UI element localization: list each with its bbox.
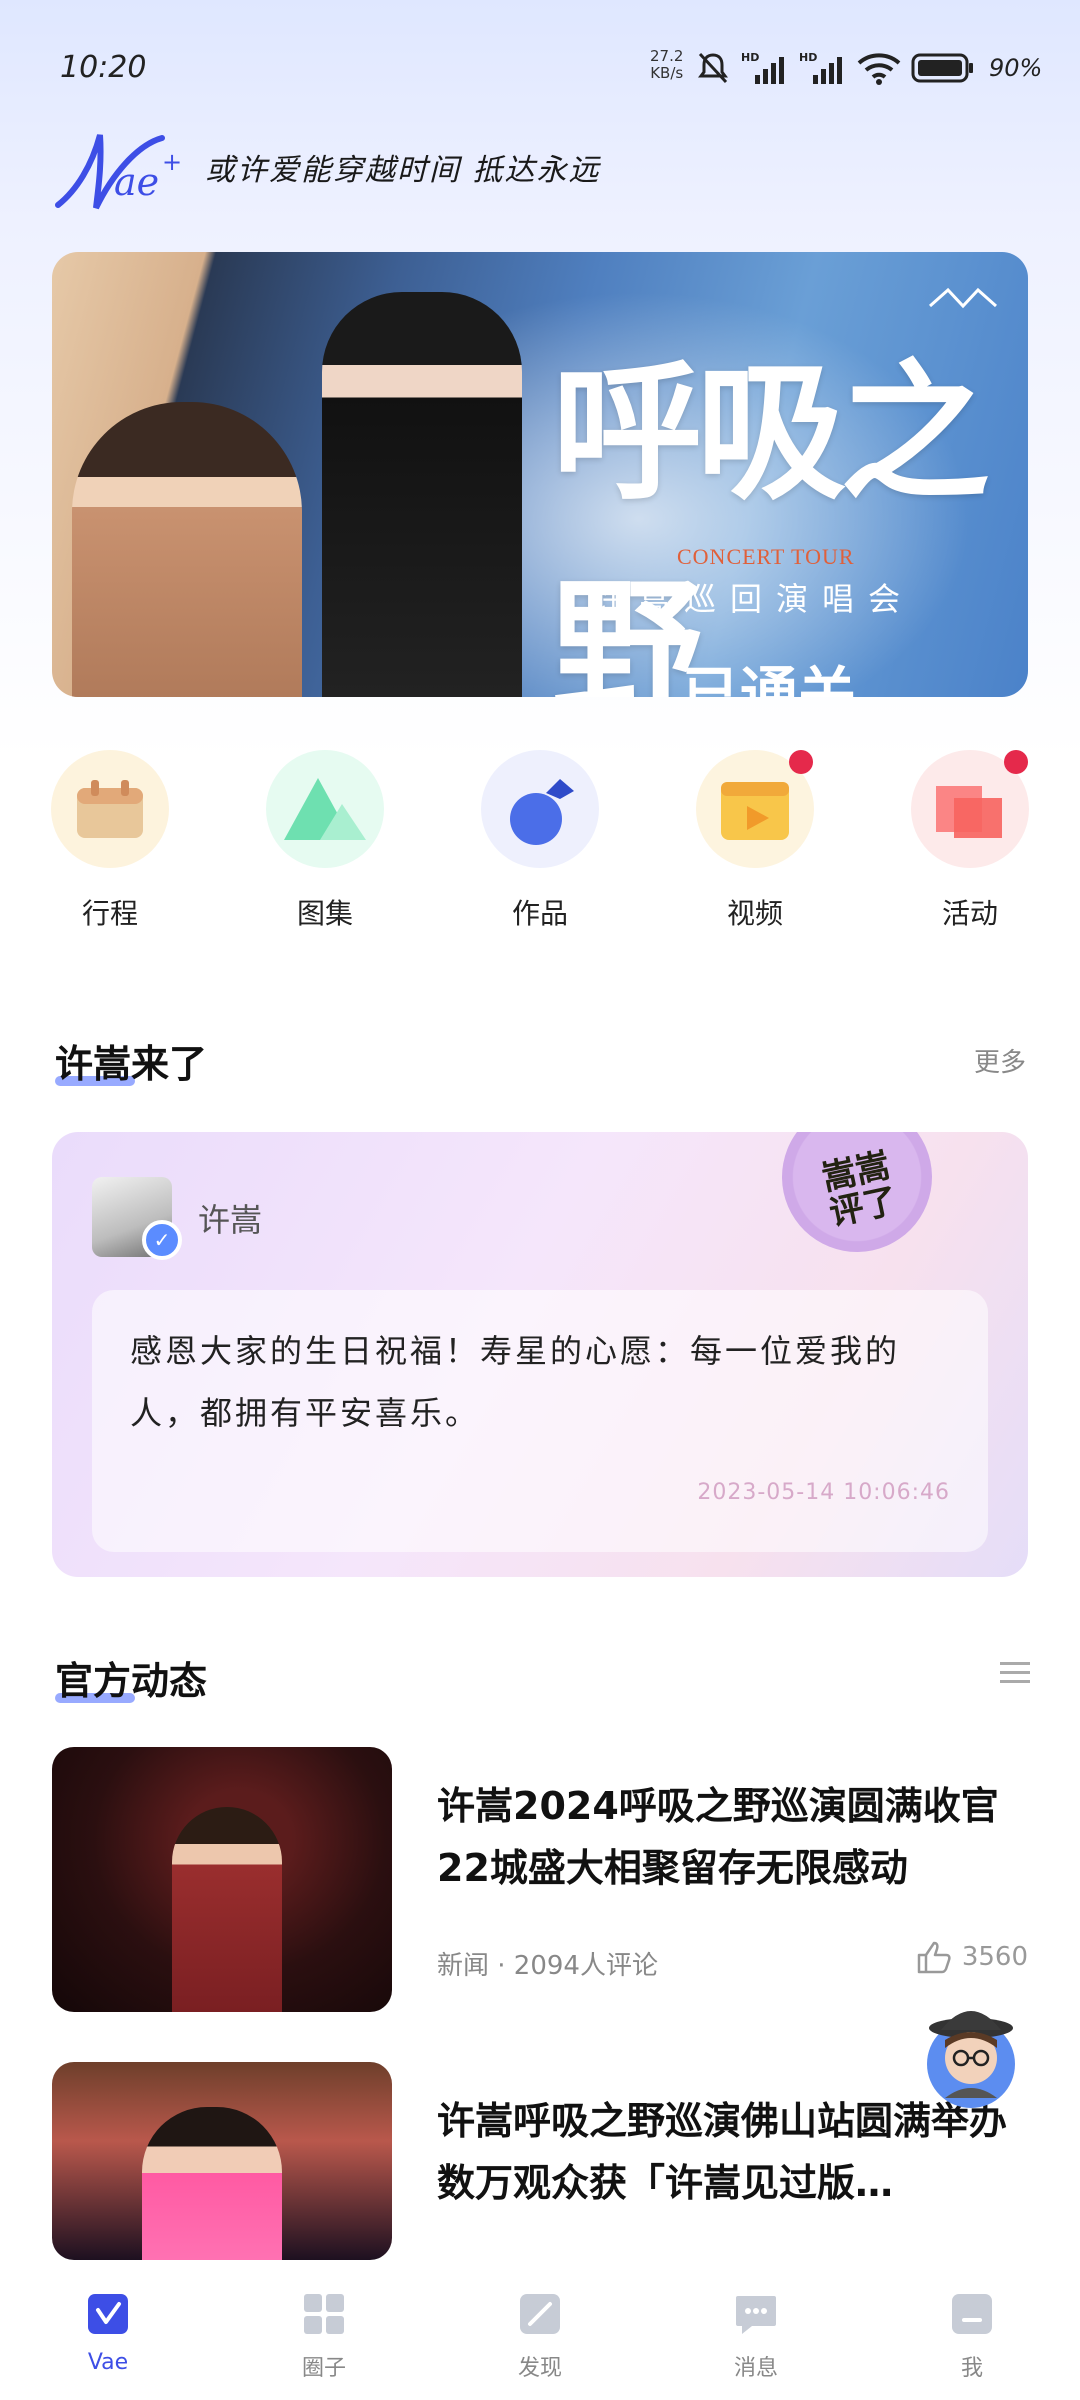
quick-link-label: 视频 [726,897,783,930]
quick-link-event[interactable]: 活动 [900,750,1040,940]
quick-link-label: 图集 [296,897,353,930]
network-speed-unit: KB/s [650,64,684,82]
nav-label: 发现 [517,2356,562,2381]
quick-link-schedule[interactable]: 行程 [40,750,180,940]
svg-text:HD: HD [741,51,759,64]
wifi-icon [857,53,901,85]
banner-figure-right [322,292,522,697]
profile-icon [952,2294,992,2334]
quick-links: 行程 图集 作品 视频 活动 [40,750,1040,940]
banner-title: 呼吸之野 [552,345,990,697]
news-meta: 新闻 · 2094人评论 [437,1951,658,1981]
nav-circle[interactable]: 圈子 [264,2260,384,2400]
nav-messages[interactable]: 消息 [696,2260,816,2400]
quick-link-label: 作品 [511,897,568,930]
nav-label: Vae [87,2350,129,2375]
slogan: 或许爱能穿越时间 抵达永远 [205,153,601,188]
banner-logo-mark [929,287,997,309]
like-button[interactable]: 3560 [916,1940,1028,1974]
like-count: 3560 [961,1942,1028,1972]
discover-icon [520,2294,560,2334]
section-title: 官方动态 [55,1659,208,1703]
post-username: 许嵩 [198,1201,263,1239]
banner-bottom-text: 已通关 [682,660,857,697]
thumbs-up-icon [917,1941,951,1974]
concert-banner[interactable]: 呼吸之野 CONCERT TOUR 许嵩巡回演唱会 已通关 [52,252,1028,697]
quick-link-works[interactable]: 作品 [470,750,610,940]
notification-dot [1004,750,1028,774]
post-card[interactable]: ✓ 许嵩 嵩嵩评了 感恩大家的生日祝福！寿星的心愿：每一位爱我的人，都拥有平安喜… [52,1132,1028,1577]
banner-subtitle-en: CONCERT TOUR [677,544,855,569]
floating-avatar-button[interactable] [915,1998,1027,2110]
thumbnail-figure [172,1807,282,2012]
nav-vae[interactable]: Vae [48,2260,168,2400]
signal-icon-2: HD [799,51,842,84]
gallery-icon [266,750,384,868]
network-speed: 27.2 KB/s [650,48,683,82]
nav-label: 圈子 [301,2356,346,2381]
music-icon [481,750,599,868]
news-thumbnail [52,1747,392,2012]
comment-stamp: 嵩嵩评了 [768,1132,946,1266]
post-text: 感恩大家的生日祝福！寿星的心愿：每一位爱我的人，都拥有平安喜乐。 [130,1332,901,1432]
post-bubble: 感恩大家的生日祝福！寿星的心愿：每一位爱我的人，都拥有平安喜乐。 2023-05… [92,1290,988,1552]
status-time: 10:20 [60,50,147,85]
banner-subtitle: 许嵩巡回演唱会 [592,580,915,618]
news-title: 许嵩2024呼吸之野巡演圆满收官 22城盛大相聚留存无限感动 [437,1784,999,1890]
list-menu-icon[interactable] [1000,1660,1030,1686]
bottom-nav: Vae 圈子 发现 消息 我 [0,2260,1080,2400]
news-item[interactable]: 许嵩2024呼吸之野巡演圆满收官 22城盛大相聚留存无限感动 新闻 · 2094… [52,1747,1028,2012]
svg-text:HD: HD [799,51,817,64]
section-title: 许嵩来了 [55,1042,208,1086]
message-icon [736,2296,776,2334]
notification-dot [789,750,813,774]
vae-logo: ae + [55,134,182,210]
nav-me[interactable]: 我 [912,2260,1032,2400]
grid-icon [304,2294,344,2334]
stamp-text: 嵩嵩评了 [818,1145,901,1234]
news-thumbnail [52,2062,392,2260]
quick-link-gallery[interactable]: 图集 [255,750,395,940]
battery-percent: 90% [989,54,1043,82]
signal-icon: HD [741,51,784,84]
nav-label: 我 [960,2356,983,2381]
vae-home-icon [88,2294,128,2334]
nav-label: 消息 [733,2356,778,2381]
schedule-icon [51,750,169,868]
post-timestamp: 2023-05-14 10:06:46 [697,1480,950,1505]
mute-icon [698,52,728,84]
svg-text:ae: ae [114,160,159,204]
verified-badge-icon: ✓ [142,1220,182,1260]
status-icons: HD HD 90% [695,48,1042,88]
banner-figure-left [72,402,302,697]
status-bar: 10:20 27.2 KB/s HD HD 90% [0,0,1080,140]
network-speed-value: 27.2 [650,47,684,65]
nav-discover[interactable]: 发现 [480,2260,600,2400]
section-post-header: 许嵩来了 [55,1033,207,1088]
thumbnail-figure [142,2107,282,2260]
quick-link-label: 行程 [81,897,138,930]
battery-icon [911,53,973,83]
quick-link-label: 活动 [941,897,998,930]
more-link[interactable]: 更多 [974,1042,1026,1079]
quick-link-video[interactable]: 视频 [685,750,825,940]
svg-text:+: + [162,148,182,176]
section-news-header: 官方动态 [55,1650,207,1705]
